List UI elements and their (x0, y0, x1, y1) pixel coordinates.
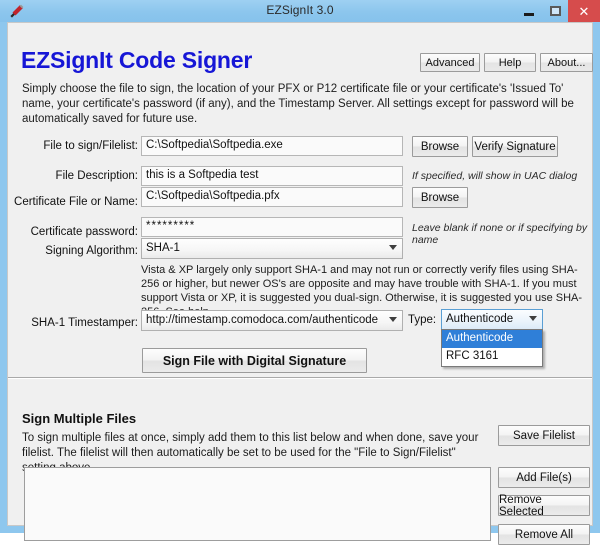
type-select[interactable]: Authenticode (441, 309, 543, 330)
remove-selected-button[interactable]: Remove Selected (498, 494, 590, 518)
filelist-box[interactable] (24, 467, 491, 541)
section-title: Sign Multiple Files (22, 411, 137, 426)
application-window: EZSignIt 3.0 ✕ EZSignIt Code Signer Adva… (0, 0, 600, 545)
title-bar: EZSignIt 3.0 ✕ (0, 0, 600, 22)
help-button[interactable]: Help (484, 53, 536, 72)
file-description-hint: If specified, will show in UAC dialog (412, 170, 578, 182)
maximize-button[interactable] (542, 0, 568, 22)
file-to-sign-input[interactable]: C:\Softpedia\Softpedia.exe (141, 136, 403, 156)
timestamper-value: http://timestamp.comodoca.com/authentico… (146, 314, 379, 326)
close-button[interactable]: ✕ (568, 0, 600, 22)
intro-text: Simply choose the file to sign, the loca… (22, 83, 574, 125)
advanced-button[interactable]: Advanced (420, 53, 480, 72)
certificate-password-label: Certificate password: (30, 226, 138, 238)
chevron-down-icon (389, 245, 397, 250)
timestamper-label: SHA-1 Timestamper: (31, 317, 138, 329)
chevron-down-icon (389, 317, 397, 322)
signing-algorithm-label: Signing Algorithm: (45, 245, 138, 257)
close-icon: ✕ (578, 3, 590, 19)
browse-certificate-button[interactable]: Browse (412, 187, 468, 208)
maximize-icon (549, 6, 561, 16)
sign-file-button[interactable]: Sign File with Digital Signature (142, 348, 367, 373)
certificate-file-label: Certificate File or Name: (14, 196, 138, 208)
remove-all-button[interactable]: Remove All (498, 524, 590, 545)
certificate-password-input[interactable]: ********* (141, 217, 403, 237)
file-description-label: File Description: (55, 170, 138, 182)
page-title: EZSignIt Code Signer (21, 47, 253, 73)
certificate-file-input[interactable]: C:\Softpedia\Softpedia.pfx (141, 187, 403, 207)
type-label: Type: (408, 314, 437, 326)
file-to-sign-label: File to sign/Filelist: (43, 140, 138, 152)
type-dropdown-list[interactable]: Authenticode RFC 3161 (441, 329, 543, 367)
file-description-input[interactable]: this is a Softpedia test (141, 166, 403, 186)
type-value: Authenticode (446, 313, 514, 325)
single-file-panel: EZSignIt Code Signer Advanced Help About… (8, 23, 593, 377)
minimize-icon (524, 13, 534, 16)
type-option-authenticode[interactable]: Authenticode (442, 330, 542, 348)
chevron-down-icon (529, 316, 537, 321)
timestamper-select[interactable]: http://timestamp.comodoca.com/authentico… (141, 310, 403, 331)
client-area: EZSignIt Code Signer Advanced Help About… (7, 22, 593, 545)
signing-algorithm-select[interactable]: SHA-1 (141, 238, 403, 259)
certificate-password-hint: Leave blank if none or if specifying by … (412, 222, 588, 246)
signing-algorithm-value: SHA-1 (146, 242, 180, 254)
save-filelist-button[interactable]: Save Filelist (498, 425, 590, 446)
window-title: EZSignIt 3.0 (266, 3, 334, 17)
type-option-rfc3161[interactable]: RFC 3161 (442, 348, 542, 366)
browse-file-button[interactable]: Browse (412, 136, 468, 157)
verify-signature-button[interactable]: Verify Signature (472, 136, 558, 157)
about-button[interactable]: About... (540, 53, 593, 72)
minimize-button[interactable] (516, 0, 542, 22)
add-files-button[interactable]: Add File(s) (498, 467, 590, 488)
